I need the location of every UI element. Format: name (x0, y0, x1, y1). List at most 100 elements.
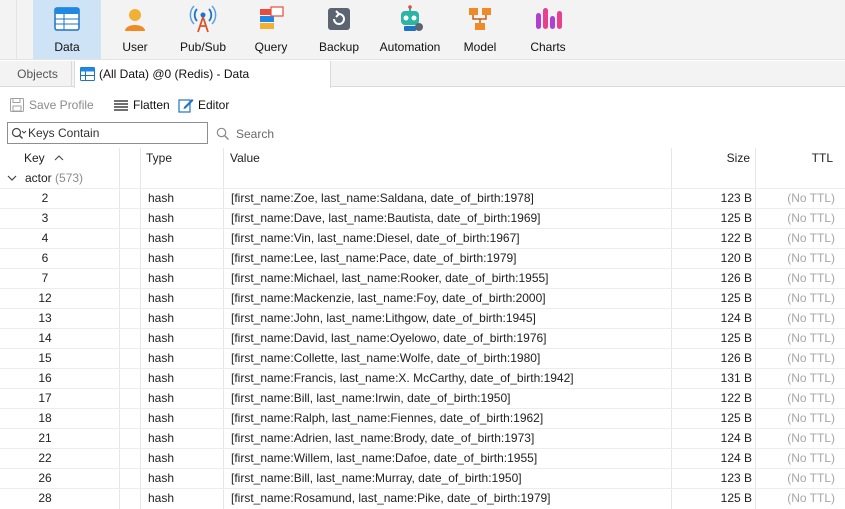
key-cell[interactable]: 15 (30, 349, 60, 368)
table-row[interactable]: 15 hash [first_name:Collette, last_name:Wo… (0, 348, 845, 368)
chevron-down-icon[interactable] (7, 174, 17, 182)
type-cell[interactable]: hash (148, 389, 174, 408)
table-row[interactable]: 12 hash [first_name:Mackenzie, last_name:F… (0, 288, 845, 308)
column-header-key[interactable]: Key (24, 148, 64, 168)
key-cell[interactable]: 26 (30, 469, 60, 488)
key-cell[interactable]: 3 (30, 209, 60, 228)
key-cell[interactable]: 18 (30, 409, 60, 428)
ttl-cell[interactable]: (No TTL) (757, 229, 835, 248)
size-cell[interactable]: 125 B (672, 209, 752, 228)
size-cell[interactable]: 125 B (672, 289, 752, 308)
ttl-cell[interactable]: (No TTL) (757, 349, 835, 368)
ribbon-charts-button[interactable]: Charts (514, 0, 582, 59)
type-cell[interactable]: hash (148, 329, 174, 348)
size-cell[interactable]: 122 B (672, 229, 752, 248)
key-cell[interactable]: 21 (30, 429, 60, 448)
ribbon-pubsub-button[interactable]: Pub/Sub (169, 0, 237, 59)
value-cell[interactable]: [first_name:Ralph, last_name:Fiennes, da… (231, 409, 543, 428)
type-cell[interactable]: hash (148, 289, 174, 308)
size-cell[interactable]: 124 B (672, 449, 752, 468)
table-row[interactable]: 4 hash [first_name:Vin, last_name:Diesel, … (0, 228, 845, 248)
ttl-cell[interactable]: (No TTL) (757, 269, 835, 288)
table-row[interactable]: 3 hash [first_name:Dave, last_name:Bautist… (0, 208, 845, 228)
type-cell[interactable]: hash (148, 269, 174, 288)
value-cell[interactable]: [first_name:Bill, last_name:Irwin, date_… (231, 389, 510, 408)
size-cell[interactable]: 125 B (672, 329, 752, 348)
value-cell[interactable]: [first_name:Lee, last_name:Pace, date_of… (231, 249, 517, 268)
ttl-cell[interactable]: (No TTL) (757, 209, 835, 228)
key-cell[interactable]: 2 (30, 189, 60, 208)
table-row[interactable]: 18 hash [first_name:Ralph, last_name:Fienn… (0, 408, 845, 428)
table-row[interactable]: 16 hash [first_name:Francis, last_name:X. … (0, 368, 845, 388)
flatten-button[interactable]: Flatten (113, 93, 173, 117)
column-header-value[interactable]: Value (230, 148, 260, 168)
size-cell[interactable]: 123 B (672, 189, 752, 208)
column-header-type[interactable]: Type (146, 148, 172, 168)
value-cell[interactable]: [first_name:Willem, last_name:Dafoe, dat… (231, 449, 537, 468)
tab-objects[interactable]: Objects (4, 61, 72, 87)
ttl-cell[interactable]: (No TTL) (757, 409, 835, 428)
size-cell[interactable]: 123 B (672, 469, 752, 488)
ribbon-backup-button[interactable]: Backup (305, 0, 373, 59)
key-cell[interactable]: 13 (30, 309, 60, 328)
type-cell[interactable]: hash (148, 409, 174, 428)
type-cell[interactable]: hash (148, 189, 174, 208)
save-profile-button[interactable]: Save Profile (9, 93, 99, 117)
value-cell[interactable]: [first_name:Vin, last_name:Diesel, date_… (231, 229, 520, 248)
table-row[interactable]: 2 hash [first_name:Zoe, last_name:Saldana,… (0, 188, 845, 208)
value-cell[interactable]: [first_name:Francis, last_name:X. McCart… (231, 369, 574, 388)
value-cell[interactable]: [first_name:Mackenzie, last_name:Foy, da… (231, 289, 546, 308)
ttl-cell[interactable]: (No TTL) (757, 329, 835, 348)
keys-contain-input[interactable] (28, 125, 204, 141)
key-cell[interactable]: 16 (30, 369, 60, 388)
value-cell[interactable]: [first_name:Rosamund, last_name:Pike, da… (231, 489, 551, 508)
value-cell[interactable]: [first_name:Zoe, last_name:Saldana, date… (231, 189, 534, 208)
ribbon-data-button[interactable]: Data (33, 0, 101, 59)
ribbon-query-button[interactable]: Query (237, 0, 305, 59)
column-header-ttl[interactable]: TTL (757, 148, 833, 168)
table-row[interactable]: 28 hash [first_name:Rosamund, last_name:Pi… (0, 488, 845, 508)
size-cell[interactable]: 122 B (672, 389, 752, 408)
size-cell[interactable]: 124 B (672, 309, 752, 328)
size-cell[interactable]: 124 B (672, 429, 752, 448)
table-row[interactable]: 13 hash [first_name:John, last_name:Lithgo… (0, 308, 845, 328)
table-row[interactable]: 17 hash [first_name:Bill, last_name:Irwin,… (0, 388, 845, 408)
size-cell[interactable]: 120 B (672, 249, 752, 268)
table-row[interactable]: 14 hash [first_name:David, last_name:Oyelo… (0, 328, 845, 348)
ribbon-automation-button[interactable]: Automation (374, 0, 446, 59)
type-cell[interactable]: hash (148, 449, 174, 468)
ttl-cell[interactable]: (No TTL) (757, 369, 835, 388)
group-row-actor[interactable]: actor (573) (0, 168, 845, 188)
table-row[interactable]: 6 hash [first_name:Lee, last_name:Pace, da… (0, 248, 845, 268)
ttl-cell[interactable]: (No TTL) (757, 469, 835, 488)
keys-filter-field[interactable] (7, 122, 208, 144)
value-cell[interactable]: [first_name:John, last_name:Lithgow, dat… (231, 309, 536, 328)
value-cell[interactable]: [first_name:David, last_name:Oyelowo, da… (231, 329, 547, 348)
value-cell[interactable]: [first_name:Michael, last_name:Rooker, d… (231, 269, 549, 288)
value-cell[interactable]: [first_name:Dave, last_name:Bautista, da… (231, 209, 541, 228)
size-cell[interactable]: 131 B (672, 369, 752, 388)
ribbon-user-button[interactable]: User (101, 0, 169, 59)
ttl-cell[interactable]: (No TTL) (757, 389, 835, 408)
table-row[interactable]: 22 hash [first_name:Willem, last_name:Dafo… (0, 448, 845, 468)
column-header-size[interactable]: Size (672, 148, 750, 168)
value-cell[interactable]: [first_name:Bill, last_name:Murray, date… (231, 469, 522, 488)
ttl-cell[interactable]: (No TTL) (757, 189, 835, 208)
size-cell[interactable]: 125 B (672, 489, 752, 508)
type-cell[interactable]: hash (148, 489, 174, 508)
value-cell[interactable]: [first_name:Collette, last_name:Wolfe, d… (231, 349, 540, 368)
key-cell[interactable]: 6 (30, 249, 60, 268)
key-cell[interactable]: 12 (30, 289, 60, 308)
table-row[interactable]: 26 hash [first_name:Bill, last_name:Murray… (0, 468, 845, 488)
tab-data[interactable]: (All Data) @0 (Redis) - Data (74, 61, 331, 88)
ttl-cell[interactable]: (No TTL) (757, 289, 835, 308)
table-row[interactable]: 7 hash [first_name:Michael, last_name:Rook… (0, 268, 845, 288)
type-cell[interactable]: hash (148, 349, 174, 368)
type-cell[interactable]: hash (148, 429, 174, 448)
ttl-cell[interactable]: (No TTL) (757, 249, 835, 268)
size-cell[interactable]: 126 B (672, 349, 752, 368)
type-cell[interactable]: hash (148, 209, 174, 228)
ttl-cell[interactable]: (No TTL) (757, 489, 835, 508)
ttl-cell[interactable]: (No TTL) (757, 449, 835, 468)
ttl-cell[interactable]: (No TTL) (757, 309, 835, 328)
